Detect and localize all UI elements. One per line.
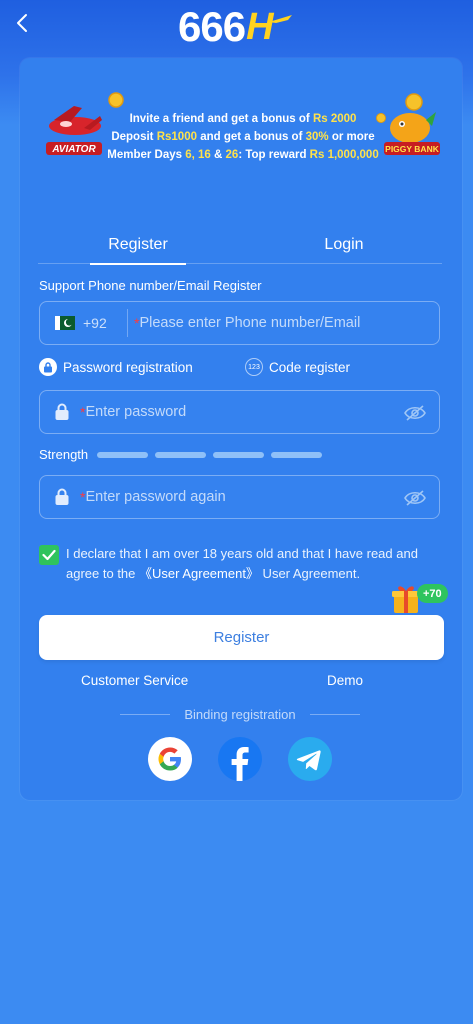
demo-link[interactable]: Demo xyxy=(327,673,363,688)
telegram-icon xyxy=(288,737,332,781)
gift-badge: +70 xyxy=(417,584,448,603)
register-card: AVIATOR Invite a friend and get a bonus … xyxy=(20,58,462,800)
strength-bar xyxy=(271,451,323,458)
lock-icon xyxy=(54,403,70,421)
user-agreement-link[interactable]: 《User Agreement》 xyxy=(139,566,259,581)
plane-icon xyxy=(268,15,292,23)
divider-line xyxy=(120,713,171,715)
support-label: Support Phone number/Email Register xyxy=(39,278,262,293)
code-123-icon: 123 xyxy=(245,358,263,376)
strength-bar xyxy=(155,451,207,458)
tab-login[interactable]: Login xyxy=(296,226,392,264)
registration-mode-row: Password registration 123 Code register xyxy=(39,358,439,378)
password-input[interactable]: Enter password xyxy=(85,404,186,420)
pakistan-flag-icon xyxy=(55,316,75,330)
checkmark-icon xyxy=(42,549,56,561)
binding-registration-divider: Binding registration xyxy=(120,706,361,722)
promo-line-1: Invite a friend and get a bonus of Rs 20… xyxy=(129,113,357,125)
brand-logo: 666 H xyxy=(178,6,294,48)
promo-line-2: Deposit Rs1000 and get a bonus of 30% or… xyxy=(111,131,375,143)
password-registration-label: Password registration xyxy=(63,359,193,375)
confirm-password-field[interactable]: * Enter password again xyxy=(39,475,440,519)
promo-line-3: Member Days 6, 16 & 26: Top reward Rs 1,… xyxy=(107,149,379,161)
strength-bar xyxy=(213,451,265,458)
phone-input[interactable]: Please enter Phone number/Email xyxy=(139,315,360,331)
lock-icon xyxy=(54,488,70,506)
tab-register[interactable]: Register xyxy=(90,226,186,265)
password-field[interactable]: * Enter password xyxy=(39,390,440,434)
logo-main-text: 666 xyxy=(178,3,246,50)
lock-icon xyxy=(39,358,57,376)
eye-off-icon[interactable] xyxy=(404,489,426,507)
promo-banner: AVIATOR Invite a friend and get a bonus … xyxy=(20,58,462,208)
field-divider xyxy=(127,309,128,337)
strength-label: Strength xyxy=(39,447,89,462)
gift-icon xyxy=(392,586,420,613)
agreement-text: I declare that I am over 18 years old an… xyxy=(66,546,418,581)
auth-tabs: Register Login xyxy=(38,226,442,265)
country-code[interactable]: +92 xyxy=(83,315,127,331)
phone-field[interactable]: +92 * Please enter Phone number/Email xyxy=(39,301,440,345)
confirm-password-input[interactable]: Enter password again xyxy=(85,489,225,505)
back-button[interactable] xyxy=(10,10,34,36)
facebook-icon xyxy=(218,737,262,781)
divider-line xyxy=(309,713,361,715)
binding-label: Binding registration xyxy=(184,706,296,722)
password-strength: Strength xyxy=(39,447,329,462)
register-button[interactable]: Register xyxy=(39,615,444,660)
coin-icon xyxy=(108,92,124,108)
strength-bar xyxy=(97,451,149,458)
promo-text: Invite a friend and get a bonus of Rs 20… xyxy=(98,110,388,164)
code-register-option[interactable]: 123 Code register xyxy=(245,358,350,376)
telegram-login-button[interactable] xyxy=(288,737,332,781)
customer-service-link[interactable]: Customer Service xyxy=(81,673,188,688)
eye-off-icon[interactable] xyxy=(404,404,426,422)
facebook-login-button[interactable] xyxy=(218,737,262,781)
password-registration-option[interactable]: Password registration xyxy=(39,358,193,376)
agreement-checkbox[interactable] xyxy=(39,545,59,565)
chevron-left-icon xyxy=(17,14,27,32)
aviator-plane-image: AVIATOR xyxy=(44,98,106,163)
piggy-label: PIGGY BANK xyxy=(385,144,440,154)
piggy-bank-image: PIGGY BANK xyxy=(382,92,442,167)
aviator-label: AVIATOR xyxy=(51,144,96,155)
google-icon xyxy=(158,747,181,771)
code-register-label: Code register xyxy=(269,359,351,375)
google-login-button[interactable] xyxy=(148,737,192,781)
